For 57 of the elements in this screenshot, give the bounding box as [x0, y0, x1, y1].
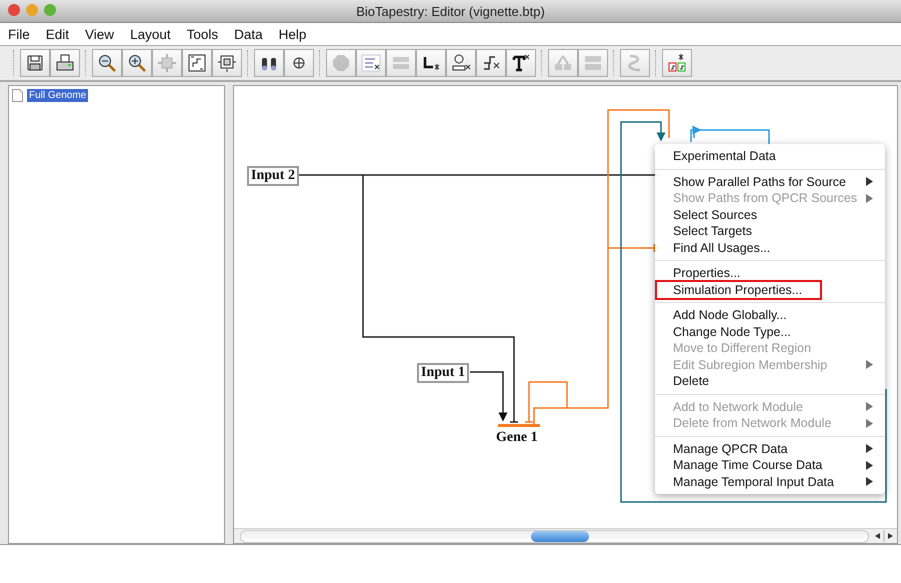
comparison-button[interactable]: [662, 49, 692, 77]
text-icon: [511, 53, 531, 73]
input-node[interactable]: Input 1: [417, 363, 469, 383]
menu-item[interactable]: Add Node Globally...: [657, 307, 883, 324]
menu-item[interactable]: Help: [278, 26, 306, 42]
menu-item[interactable]: Find All Usages...: [657, 240, 883, 256]
list-button[interactable]: [356, 49, 386, 77]
zoom-selection-icon: [217, 53, 237, 73]
menu-item[interactable]: Manage QPCR Data: [657, 440, 883, 457]
menu-item[interactable]: Manage Time Course Data: [657, 457, 883, 474]
menu-item[interactable]: File: [8, 26, 30, 42]
input-node[interactable]: Input 2: [247, 166, 299, 186]
zoom-out-icon: [97, 53, 117, 73]
menu-item[interactable]: Edit: [46, 26, 70, 42]
fit-icon: [187, 53, 207, 73]
node-icon: [451, 53, 471, 73]
zoom-selection-button[interactable]: [212, 49, 242, 77]
gene-label: Gene 1: [496, 430, 538, 446]
menu-item[interactable]: Experimental Data: [657, 148, 883, 164]
menu-item[interactable]: Layout: [130, 26, 171, 42]
scrollbar-thumb[interactable]: [531, 530, 589, 542]
printer-icon: [55, 53, 75, 73]
zoom-out-button[interactable]: [92, 49, 122, 77]
window-title: BioTapestry: Editor (vignette.btp): [356, 4, 545, 18]
comparison-icon: [667, 53, 687, 73]
zoom-in-icon: [127, 53, 147, 73]
tree-item[interactable]: Full Genome: [27, 89, 88, 102]
menu-item[interactable]: Simulation Properties...: [657, 282, 820, 298]
document-icon: [12, 89, 23, 102]
menu-item[interactable]: Show Parallel Paths for Source: [657, 174, 883, 190]
close-button[interactable]: [8, 4, 20, 16]
tree-icon: [553, 53, 573, 73]
link-arrow: [470, 371, 508, 422]
menu-item[interactable]: Select Targets: [657, 223, 883, 240]
menu-item[interactable]: Manage Temporal Input Data: [657, 474, 883, 490]
fit-button[interactable]: [182, 49, 212, 77]
menu-item[interactable]: Delete: [657, 373, 883, 390]
menu-item[interactable]: Properties...: [657, 265, 883, 282]
menu-item[interactable]: View: [85, 26, 114, 42]
text-button[interactable]: [506, 49, 536, 77]
printer-button[interactable]: [50, 49, 80, 77]
stack-icon: [583, 53, 603, 73]
network-button[interactable]: [476, 49, 506, 77]
link-button[interactable]: [416, 49, 446, 77]
floppy-disk-button[interactable]: [20, 49, 50, 77]
center-icon: [157, 53, 177, 73]
menu-item[interactable]: Tools: [186, 26, 218, 42]
node-button[interactable]: [446, 49, 476, 77]
crosshair-button[interactable]: [284, 49, 314, 77]
octagon-icon: [331, 53, 351, 73]
menu-item[interactable]: Data: [234, 26, 263, 42]
menu-item[interactable]: Change Node Type...: [657, 324, 883, 340]
horizontal-scrollbar[interactable]: [234, 528, 897, 543]
zoom-in-button[interactable]: [122, 49, 152, 77]
list-icon: [361, 53, 381, 73]
promoter-arrow: [692, 126, 702, 138]
menu-item[interactable]: Select Sources: [657, 206, 883, 223]
